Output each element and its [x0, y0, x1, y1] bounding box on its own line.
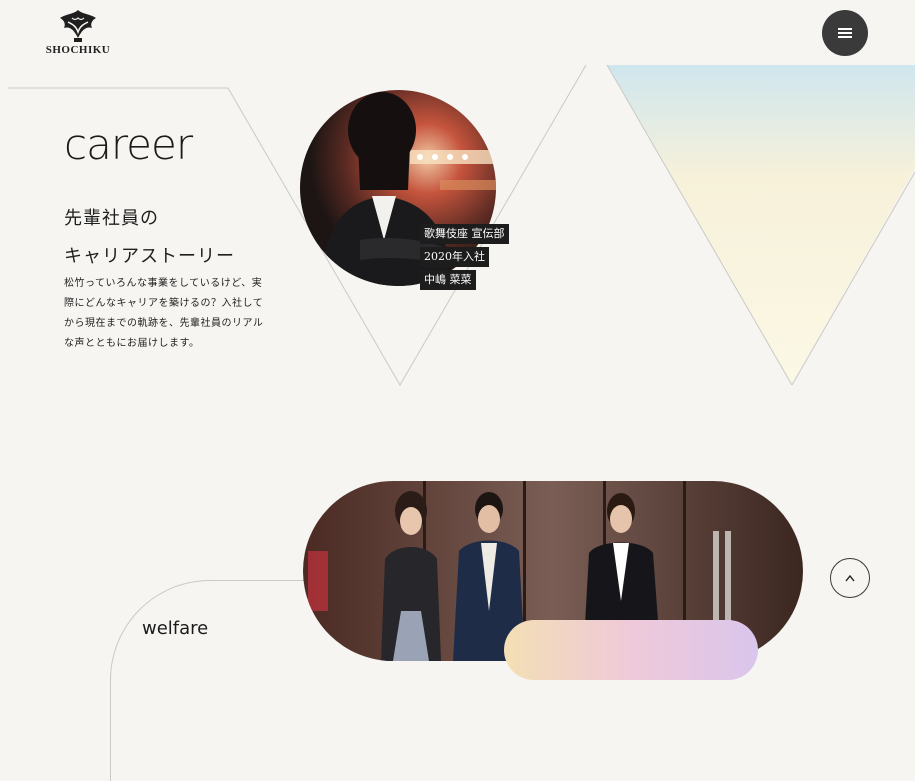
career-description: 松竹っていろんな事業をしているけど、実際にどんなキャリアを築けるの？入社してから… [64, 278, 264, 349]
logo-text: SHOCHIKU [45, 44, 111, 56]
employee-department-tag: 歌舞伎座 宣伝部 [420, 224, 509, 244]
employee-year-tag: 2020年入社 [420, 247, 489, 267]
gradient-pill-decoration [504, 620, 758, 680]
career-subtitle-line2: キャリアストーリー [64, 246, 235, 267]
welfare-heading[interactable]: welfare [142, 618, 208, 639]
career-heading[interactable]: career [64, 120, 193, 170]
shochiku-logo[interactable]: SHOCHIKU [44, 8, 112, 58]
scroll-to-top-button[interactable] [830, 558, 870, 598]
shochiku-emblem-icon [60, 10, 96, 42]
chevron-up-icon [845, 574, 855, 582]
employee-name-tag: 中嶋 菜菜 [420, 270, 476, 290]
menu-button[interactable] [822, 10, 868, 56]
career-subtitle-line1: 先輩社員の [64, 208, 159, 229]
hamburger-menu-icon [838, 28, 852, 38]
